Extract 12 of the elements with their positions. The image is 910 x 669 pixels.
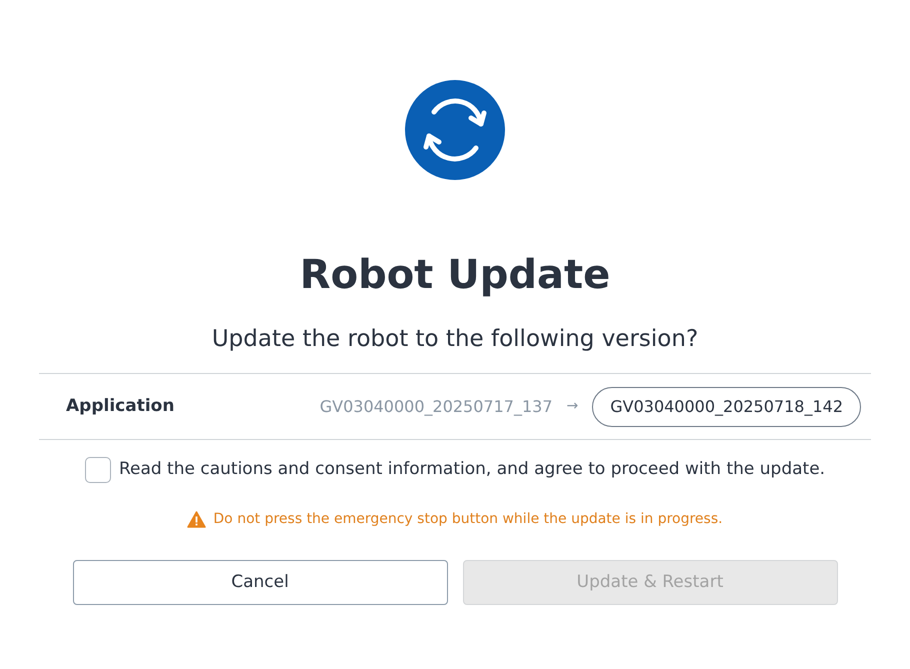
consent-checkbox[interactable] xyxy=(84,457,111,483)
cancel-button[interactable]: Cancel xyxy=(72,560,448,605)
target-version-pill: GV03040000_20250718_142 xyxy=(592,386,861,426)
dialog-title: Robot Update xyxy=(300,251,610,300)
warning-icon xyxy=(187,511,206,528)
refresh-icon xyxy=(405,80,505,180)
warning-text: Do not press the emergency stop button while the update is in progress. xyxy=(213,510,723,529)
arrow-text: → xyxy=(566,397,578,416)
consent-text: Read the cautions and consent information, and agree to proceed with the update. xyxy=(118,458,826,482)
question-text: Update the robot to the following version? xyxy=(212,325,698,354)
version-label: Application xyxy=(66,394,174,418)
current-version: GV03040000_20250717_137 xyxy=(320,396,552,418)
